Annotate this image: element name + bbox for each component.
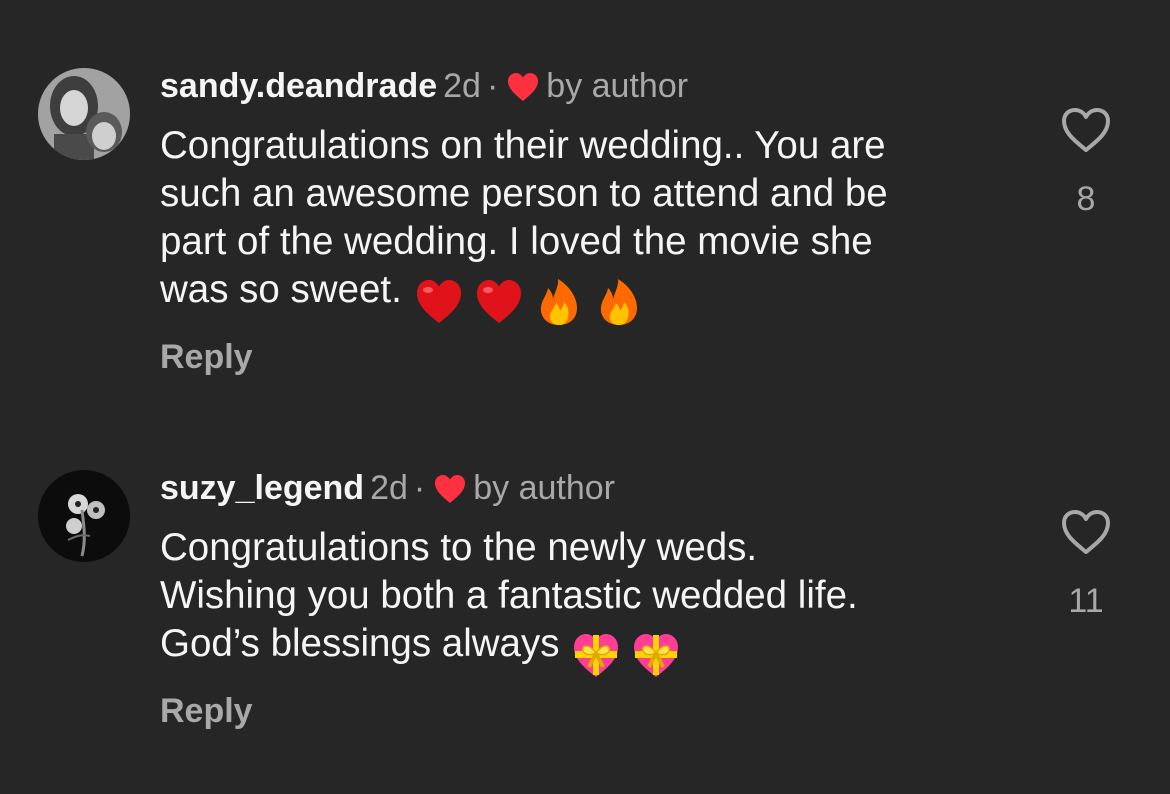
- comment-text-line: such an awesome person to attend and be: [160, 172, 888, 215]
- avatar[interactable]: [38, 68, 130, 160]
- comment-item: suzy_legend 2d · by author Congratulations …: [0, 420, 1170, 794]
- comment-header: sandy.deandrade 2d · by author: [160, 66, 688, 106]
- comment-text: Congratulations to the newly weds. Wishi…: [160, 524, 1020, 681]
- fire-emoji-icon: [540, 278, 577, 325]
- fire-emoji-icon: [600, 278, 637, 325]
- username[interactable]: sandy.deandrade: [160, 67, 437, 105]
- like-heart-icon[interactable]: [1060, 508, 1112, 556]
- comment-text-line: Congratulations on their wedding.. You a…: [160, 124, 886, 167]
- emoji-row: [571, 630, 691, 681]
- liked-by-author-heart-icon: [435, 475, 466, 503]
- separator-dot: ·: [413, 469, 426, 507]
- comment-header: suzy_legend 2d · by author: [160, 468, 615, 508]
- comment-text-line: God’s blessings always: [160, 620, 1020, 681]
- comment-time: 2d: [370, 469, 408, 507]
- red-heart-emoji-icon: [416, 279, 461, 323]
- red-heart-emoji-icon: [476, 279, 521, 323]
- liked-by-author-label: by author: [546, 67, 689, 105]
- reply-button[interactable]: Reply: [160, 338, 253, 377]
- liked-by-author-heart-icon: [508, 73, 539, 101]
- comment-time: 2d: [443, 67, 481, 105]
- username[interactable]: suzy_legend: [160, 469, 364, 507]
- heart-with-ribbon-emoji-icon: [634, 633, 679, 677]
- like-count: 8: [1076, 180, 1096, 218]
- comment-text-fragment: was so sweet.: [160, 268, 402, 311]
- emoji-row: [414, 276, 654, 327]
- comment-text-line: part of the wedding. I loved the movie s…: [160, 220, 873, 263]
- comment-text-line: Wishing you both a fantastic wedded life…: [160, 574, 858, 617]
- reply-button[interactable]: Reply: [160, 692, 253, 731]
- comment-text-line: Congratulations to the newly weds.: [160, 526, 758, 569]
- like-heart-icon[interactable]: [1060, 106, 1112, 154]
- comment-text-fragment: God’s blessings always: [160, 622, 560, 665]
- comment-item: sandy.deandrade 2d · by author Congratulati…: [0, 0, 1170, 420]
- comment-text: Congratulations on their wedding.. You a…: [160, 122, 1020, 327]
- comment-text-line: was so sweet.: [160, 266, 1020, 327]
- heart-with-ribbon-emoji-icon: [574, 633, 619, 677]
- avatar[interactable]: [38, 470, 130, 562]
- liked-by-author-label: by author: [473, 469, 615, 507]
- like-count: 11: [1068, 582, 1104, 620]
- separator-dot: ·: [486, 67, 499, 105]
